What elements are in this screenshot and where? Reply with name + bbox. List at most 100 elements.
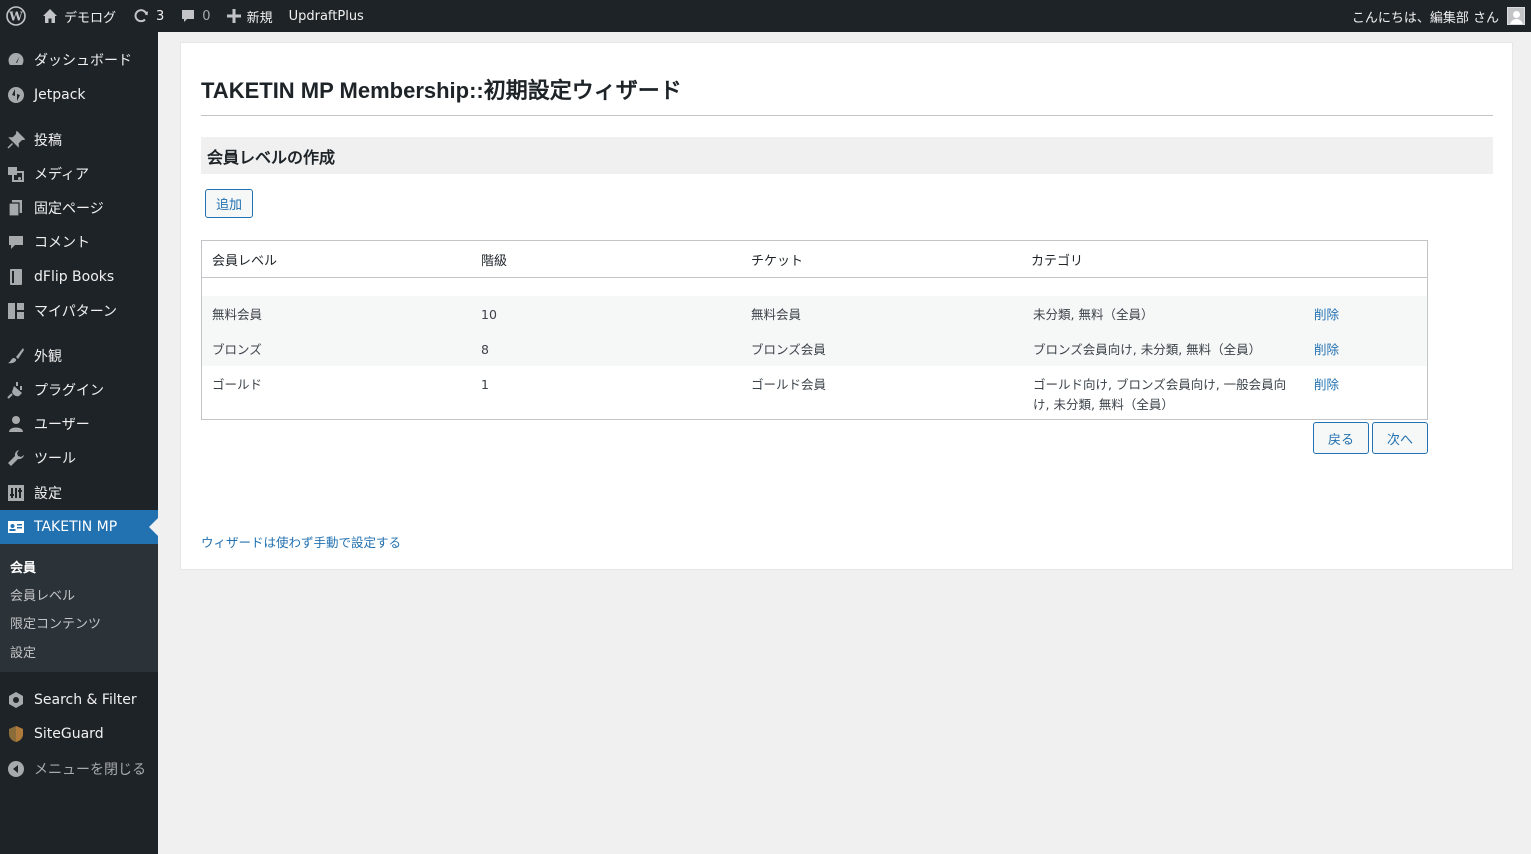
column-header-level: 会員レベル — [212, 254, 278, 269]
manual-setup-link[interactable]: ウィザードは使わず手動で設定する — [201, 532, 401, 551]
user-greeting[interactable]: こんにちは、編集部 さん — [1352, 7, 1499, 26]
submenu-item-restricted-content[interactable]: 限定コンテンツ — [10, 613, 101, 632]
plus-icon — [226, 9, 241, 23]
pin-icon — [6, 130, 26, 150]
sidebar-item-settings[interactable]: 設定 — [0, 476, 158, 510]
cell-ticket: 無料会員 — [751, 307, 802, 322]
sidebar-item-comments[interactable]: コメント — [0, 225, 158, 259]
sidebar-item-label: ツール — [34, 451, 76, 467]
sidebar-item-jetpack[interactable]: Jetpack — [0, 78, 158, 112]
comment-bubble-icon — [182, 10, 195, 22]
sidebar-item-label: メディア — [34, 167, 90, 183]
plugin-icon — [6, 380, 26, 400]
sidebar-item-label: Search & Filter — [34, 692, 137, 708]
member-level-table: 会員レベル 階級 チケット カテゴリ 無料会員 10 無料会員 未分類, 無料（… — [201, 240, 1428, 420]
taketin-submenu: 会員 会員レベル 限定コンテンツ 設定 — [0, 544, 158, 672]
avatar[interactable] — [1507, 7, 1525, 25]
sidebar-item-label: ダッシュボード — [34, 53, 132, 69]
table-header-divider — [202, 277, 1427, 278]
sidebar-item-posts[interactable]: 投稿 — [0, 123, 158, 157]
delete-link[interactable]: 削除 — [1314, 375, 1339, 395]
dashboard-icon — [6, 50, 26, 70]
svg-text:W: W — [8, 10, 23, 24]
sidebar-item-pages[interactable]: 固定ページ — [0, 191, 158, 225]
cell-ticket: ブロンズ会員 — [751, 342, 826, 357]
table-row: 無料会員 10 無料会員 未分類, 無料（全員） 削除 — [202, 296, 1427, 331]
submenu-item-member-levels[interactable]: 会員レベル — [10, 585, 75, 604]
sidebar-item-label: Jetpack — [34, 87, 86, 103]
wordpress-logo[interactable]: W — [0, 0, 34, 32]
sidebar-item-plugins[interactable]: プラグイン — [0, 373, 158, 407]
wizard-panel: TAKETIN MP Membership::初期設定ウィザード 会員レベルの作… — [180, 42, 1513, 570]
comments-count: 0 — [202, 8, 211, 24]
admin-bar: W デモログ 3 0 新規 UpdraftPlus こんにちは、編集部 さん — [0, 0, 1531, 32]
site-name: デモログ — [64, 10, 117, 26]
updates-link[interactable]: 3 — [124, 0, 172, 32]
updraftplus-link[interactable]: UpdraftPlus — [281, 0, 372, 32]
back-button[interactable]: 戻る — [1313, 422, 1369, 454]
column-header-ticket: チケット — [751, 254, 804, 269]
submenu-item-settings[interactable]: 設定 — [10, 642, 36, 661]
sidebar-item-appearance[interactable]: 外観 — [0, 339, 158, 373]
pattern-icon — [6, 301, 26, 321]
brush-icon — [6, 346, 26, 366]
sidebar-item-label: dFlip Books — [34, 269, 115, 285]
table-row: ブロンズ 8 ブロンズ会員 ブロンズ会員向け, 未分類, 無料（全員） 削除 — [202, 331, 1427, 366]
sidebar-item-search-filter[interactable]: Search & Filter — [0, 683, 158, 717]
delete-link[interactable]: 削除 — [1314, 305, 1339, 325]
page-icon — [6, 198, 26, 218]
comment-icon — [6, 232, 26, 252]
sidebar-item-users[interactable]: ユーザー — [0, 407, 158, 441]
sidebar-item-taketin-mp[interactable]: TAKETIN MP — [0, 510, 158, 544]
sidebar-item-label: 投稿 — [34, 133, 62, 149]
sidebar-item-label: マイパターン — [34, 304, 118, 320]
hexagon-icon — [6, 690, 26, 710]
jetpack-icon — [6, 85, 26, 105]
admin-sidebar: ダッシュボード Jetpack 投稿 メディア 固定ページ コメント dFlip… — [0, 32, 158, 854]
sidebar-item-label: メニューを閉じる — [34, 762, 146, 778]
cell-rank: 1 — [481, 377, 489, 392]
sidebar-item-label: 固定ページ — [34, 201, 104, 217]
table-row: ゴールド 1 ゴールド会員 ゴールド向け, ブロンズ会員向け, 一般会員向け, … — [202, 366, 1427, 419]
new-content-link[interactable]: 新規 — [219, 0, 281, 32]
book-icon — [6, 267, 26, 287]
sidebar-item-label: 外観 — [34, 349, 62, 365]
cell-level: ゴールド — [212, 377, 263, 392]
collapse-menu-button[interactable]: メニューを閉じる — [0, 752, 158, 786]
sidebar-item-label: コメント — [34, 235, 90, 251]
sidebar-item-label: 設定 — [34, 486, 62, 502]
submenu-item-members[interactable]: 会員 — [10, 557, 36, 576]
cell-ticket: ゴールド会員 — [751, 377, 827, 392]
sidebar-item-tools[interactable]: ツール — [0, 441, 158, 475]
title-divider — [201, 115, 1493, 116]
column-header-rank: 階級 — [481, 254, 508, 269]
wrench-icon — [6, 448, 26, 468]
delete-link[interactable]: 削除 — [1314, 340, 1339, 360]
column-header-category: カテゴリ — [1031, 254, 1084, 269]
sidebar-item-dflip-books[interactable]: dFlip Books — [0, 260, 158, 294]
shield-icon — [6, 724, 26, 744]
sidebar-item-dashboard[interactable]: ダッシュボード — [0, 43, 158, 77]
page-title: TAKETIN MP Membership::初期設定ウィザード — [201, 78, 682, 103]
updates-count: 3 — [156, 8, 165, 24]
sidebar-item-my-patterns[interactable]: マイパターン — [0, 294, 158, 328]
section-header: 会員レベルの作成 — [201, 137, 1493, 174]
cell-rank: 8 — [481, 342, 489, 357]
sidebar-item-siteguard[interactable]: SiteGuard — [0, 717, 158, 751]
sidebar-item-media[interactable]: メディア — [0, 157, 158, 191]
sidebar-item-label: SiteGuard — [34, 726, 104, 742]
cell-rank: 10 — [481, 307, 497, 322]
wordpress-icon: W — [6, 6, 26, 26]
home-icon — [43, 9, 57, 23]
site-name-link[interactable]: デモログ — [34, 0, 124, 32]
section-title: 会員レベルの作成 — [207, 147, 336, 167]
cell-level: 無料会員 — [212, 307, 263, 322]
next-button[interactable]: 次へ — [1372, 422, 1428, 454]
media-icon — [6, 164, 26, 184]
comments-link[interactable]: 0 — [172, 0, 218, 32]
settings-icon — [6, 483, 26, 503]
id-card-icon — [6, 517, 26, 537]
add-button[interactable]: 追加 — [205, 189, 253, 218]
sidebar-item-label: プラグイン — [34, 383, 104, 399]
refresh-icon — [134, 9, 149, 23]
